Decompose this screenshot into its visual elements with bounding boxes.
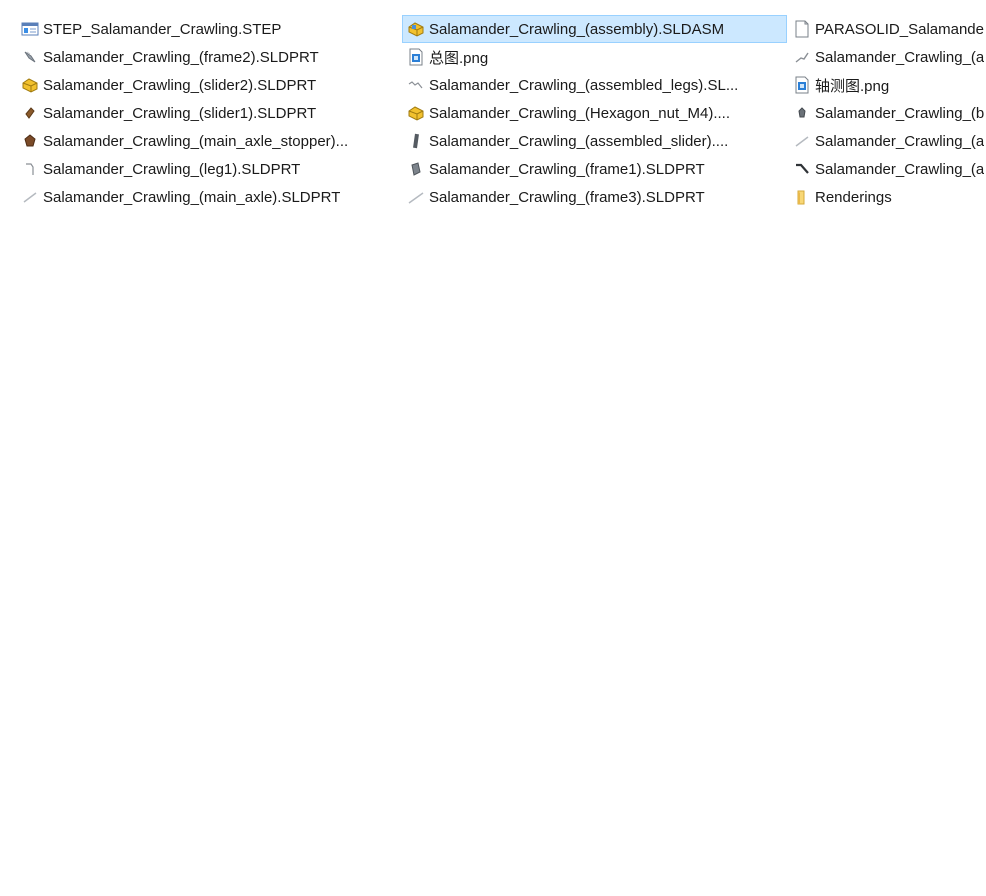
blank-file-icon — [793, 20, 811, 38]
part-file-icon — [793, 160, 811, 178]
part-file-icon — [407, 160, 425, 178]
png-image-icon — [407, 48, 425, 66]
file-name: Salamander_Crawling_(a — [815, 160, 985, 178]
file-item[interactable]: Salamander_Crawling_(assembled_slider)..… — [402, 127, 787, 155]
file-item[interactable]: Salamander_Crawling_(leg1).SLDPRT — [16, 155, 386, 183]
part-file-icon — [21, 132, 39, 150]
file-item[interactable]: Salamander_Crawling_(a — [788, 155, 986, 183]
assembly-part-icon — [21, 76, 39, 94]
file-item[interactable]: 轴测图.png — [788, 71, 986, 99]
file-name: Salamander_Crawling_(frame3).SLDPRT — [429, 188, 705, 206]
file-name: STEP_Salamander_Crawling.STEP — [43, 20, 282, 38]
file-name: Salamander_Crawling_(assembled_slider)..… — [429, 132, 729, 150]
assembly-file-icon — [407, 20, 425, 38]
file-name: PARASOLID_Salamande — [815, 20, 984, 38]
file-name: Salamander_Crawling_(frame2).SLDPRT — [43, 48, 319, 66]
png-image-icon — [793, 76, 811, 94]
part-file-icon — [793, 132, 811, 150]
file-item[interactable]: Salamander_Crawling_(frame1).SLDPRT — [402, 155, 787, 183]
file-name: Salamander_Crawling_(leg1).SLDPRT — [43, 160, 301, 178]
part-file-icon — [793, 104, 811, 122]
file-list: STEP_Salamander_Crawling.STEP Salamander… — [0, 0, 986, 896]
file-item[interactable]: Salamander_Crawling_(main_axle).SLDPRT — [16, 183, 386, 211]
file-item[interactable]: Salamander_Crawling_(a — [788, 43, 986, 71]
file-name: Salamander_Crawling_(a — [815, 132, 985, 150]
file-item[interactable]: Salamander_Crawling_(b — [788, 99, 986, 127]
file-name: Renderings — [815, 188, 892, 206]
part-file-icon — [407, 188, 425, 206]
file-item[interactable]: Salamander_Crawling_(Hexagon_nut_M4).... — [402, 99, 787, 127]
file-item[interactable]: STEP_Salamander_Crawling.STEP — [16, 15, 386, 43]
file-item-selected[interactable]: Salamander_Crawling_(assembly).SLDASM — [402, 15, 787, 43]
part-file-icon — [793, 48, 811, 66]
file-name: Salamander_Crawling_(main_axle).SLDPRT — [43, 188, 341, 206]
file-item[interactable]: Salamander_Crawling_(a — [788, 127, 986, 155]
step-file-icon — [21, 20, 39, 38]
file-column-2: Salamander_Crawling_(assembly).SLDASM 总图… — [402, 15, 787, 211]
part-file-icon — [407, 76, 425, 94]
file-item[interactable]: Salamander_Crawling_(slider1).SLDPRT — [16, 99, 386, 127]
file-item[interactable]: Salamander_Crawling_(slider2).SLDPRT — [16, 71, 386, 99]
file-name: 轴测图.png — [815, 77, 890, 95]
file-item[interactable]: Salamander_Crawling_(main_axle_stopper).… — [16, 127, 386, 155]
file-name: Salamander_Crawling_(slider1).SLDPRT — [43, 104, 317, 122]
file-name: Salamander_Crawling_(b — [815, 104, 985, 122]
assembly-part-icon — [407, 104, 425, 122]
file-item[interactable]: Renderings — [788, 183, 986, 211]
file-item[interactable]: Salamander_Crawling_(frame2).SLDPRT — [16, 43, 386, 71]
part-file-icon — [407, 132, 425, 150]
file-name: Salamander_Crawling_(Hexagon_nut_M4).... — [429, 104, 730, 122]
file-item[interactable]: Salamander_Crawling_(assembled_legs).SL.… — [402, 71, 787, 99]
file-name: Salamander_Crawling_(assembled_legs).SL.… — [429, 76, 739, 94]
folder-icon — [793, 188, 811, 206]
file-name: 总图.png — [429, 49, 489, 67]
file-name: Salamander_Crawling_(frame1).SLDPRT — [429, 160, 705, 178]
part-file-icon — [21, 160, 39, 178]
part-file-icon — [21, 48, 39, 66]
file-column-1: STEP_Salamander_Crawling.STEP Salamander… — [16, 15, 386, 211]
file-name: Salamander_Crawling_(a — [815, 48, 985, 66]
file-item[interactable]: Salamander_Crawling_(frame3).SLDPRT — [402, 183, 787, 211]
file-name: Salamander_Crawling_(slider2).SLDPRT — [43, 76, 317, 94]
file-item[interactable]: 总图.png — [402, 43, 787, 71]
file-name: Salamander_Crawling_(assembly).SLDASM — [429, 20, 725, 38]
file-name: Salamander_Crawling_(main_axle_stopper).… — [43, 132, 349, 150]
part-file-icon — [21, 188, 39, 206]
file-item[interactable]: PARASOLID_Salamande — [788, 15, 986, 43]
file-column-3: PARASOLID_Salamande Salamander_Crawling_… — [788, 15, 986, 211]
part-file-icon — [21, 104, 39, 122]
